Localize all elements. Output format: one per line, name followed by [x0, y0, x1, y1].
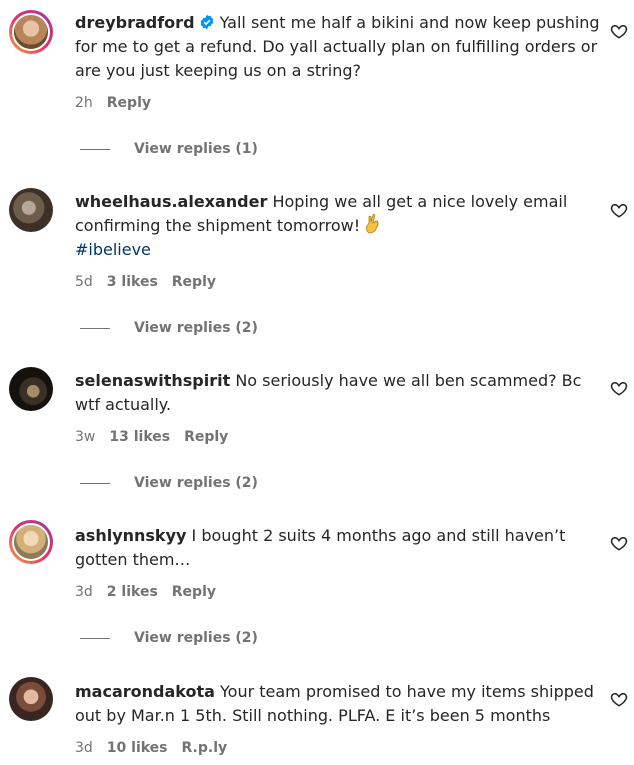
avatar[interactable]	[9, 520, 53, 564]
reply-button[interactable]: Reply	[172, 274, 216, 290]
comment-username[interactable]: selenaswithspirit	[75, 371, 230, 390]
comment-time: 3d	[75, 584, 93, 600]
heart-outline-icon[interactable]	[610, 22, 628, 40]
view-replies-label: View replies (2)	[134, 630, 258, 646]
comment-meta: 5d 3 likes Reply	[75, 272, 230, 292]
view-replies-button[interactable]: View replies (2)	[80, 318, 258, 338]
verified-badge-icon	[200, 14, 213, 30]
comment-time: 3w	[75, 429, 96, 445]
divider	[80, 637, 110, 639]
comment-meta: 3w 13 likes Reply	[75, 427, 242, 447]
comment-username[interactable]: dreybradford	[75, 13, 195, 32]
comment-body: dreybradford Yall sent me half a bikini …	[75, 11, 605, 83]
reply-button[interactable]: Reply	[184, 429, 228, 445]
comment-body: wheelhaus.alexander Hoping we all get a …	[75, 190, 605, 262]
comment-meta: 3d 2 likes Reply	[75, 582, 230, 602]
heart-outline-icon[interactable]	[610, 379, 628, 397]
avatar[interactable]	[9, 188, 53, 232]
likes-count[interactable]: 2 likes	[107, 584, 158, 600]
likes-count[interactable]: 3 likes	[107, 274, 158, 290]
hashtag-link[interactable]: #ibelieve	[75, 238, 605, 262]
divider	[80, 482, 110, 484]
heart-outline-icon[interactable]	[610, 534, 628, 552]
view-replies-label: View replies (1)	[134, 141, 258, 157]
reply-button[interactable]: Reply	[107, 95, 151, 111]
comment-time: 5d	[75, 274, 93, 290]
view-replies-label: View replies (2)	[134, 475, 258, 491]
comment-username[interactable]: macarondakota	[75, 682, 215, 701]
divider	[80, 148, 110, 150]
avatar[interactable]	[9, 10, 53, 54]
likes-count[interactable]: 13 likes	[109, 429, 170, 445]
comment-meta: 3d 10 likes R.p.ly	[75, 738, 241, 758]
reply-button[interactable]: R.p.ly	[182, 740, 228, 756]
avatar[interactable]	[9, 677, 53, 721]
comment-time: 3d	[75, 740, 93, 756]
avatar[interactable]	[9, 367, 53, 411]
heart-outline-icon[interactable]	[610, 201, 628, 219]
view-replies-button[interactable]: View replies (1)	[80, 139, 258, 159]
reply-button[interactable]: Reply	[172, 584, 216, 600]
comment-username[interactable]: wheelhaus.alexander	[75, 192, 267, 211]
comment-body: macarondakota Your team promised to have…	[75, 680, 605, 728]
divider	[80, 327, 110, 329]
view-replies-button[interactable]: View replies (2)	[80, 628, 258, 648]
view-replies-label: View replies (2)	[134, 320, 258, 336]
comment-meta: 2h Reply	[75, 93, 165, 113]
likes-count[interactable]: 10 likes	[107, 740, 168, 756]
heart-outline-icon[interactable]	[610, 690, 628, 708]
comment-time: 2h	[75, 95, 93, 111]
comment-body: selenaswithspirit No seriously have we a…	[75, 369, 605, 417]
crossed-fingers-emoji	[366, 214, 379, 234]
comment-body: ashlynnskyy I bought 2 suits 4 months ag…	[75, 524, 605, 572]
view-replies-button[interactable]: View replies (2)	[80, 473, 258, 493]
comment-username[interactable]: ashlynnskyy	[75, 526, 186, 545]
